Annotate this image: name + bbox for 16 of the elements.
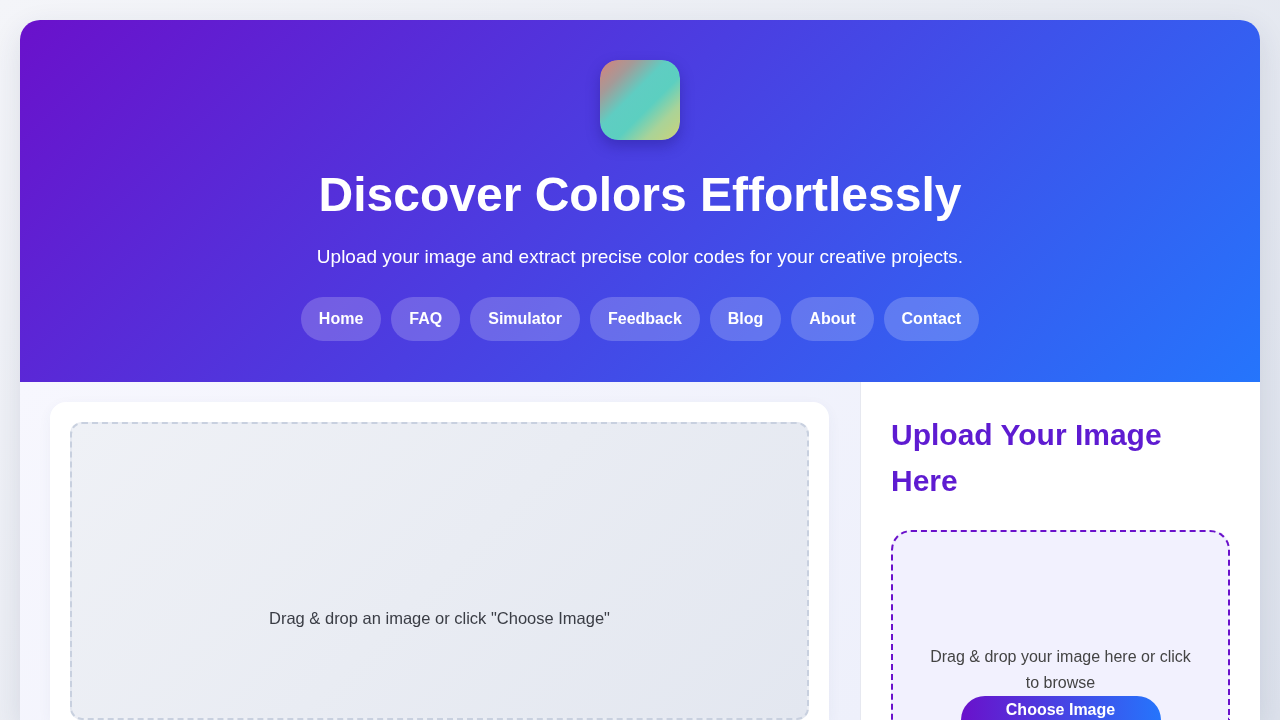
nav-link[interactable]: Simulator xyxy=(470,297,580,341)
page-title: Discover Colors Effortlessly xyxy=(318,167,962,223)
nav-link[interactable]: Home xyxy=(300,297,382,341)
nav-link[interactable]: About xyxy=(791,297,874,341)
choose-image-button[interactable]: Choose Image xyxy=(960,696,1161,720)
nav-link[interactable]: Contact xyxy=(883,297,980,341)
gradient-logo-icon xyxy=(600,60,680,140)
page-subtitle: Upload your image and extract precise color codes for your creative projects. xyxy=(316,245,964,269)
nav-link[interactable]: Blog xyxy=(709,297,782,341)
upload-drop-zone[interactable]: Drag & drop your image here or click to browse Choose Image xyxy=(891,530,1230,720)
drop-hint: Drag & drop an image or click "Choose Image" xyxy=(269,609,610,627)
nav-link[interactable]: FAQ xyxy=(391,297,461,341)
nav-link[interactable]: Feedback xyxy=(590,297,700,341)
drop-zone[interactable]: Drag & drop an image or click "Choose Image" xyxy=(70,422,809,720)
upload-heading: Upload Your Image Here xyxy=(891,417,1163,499)
drop-hint: Drag & drop your image here or click to browse xyxy=(929,647,1192,693)
